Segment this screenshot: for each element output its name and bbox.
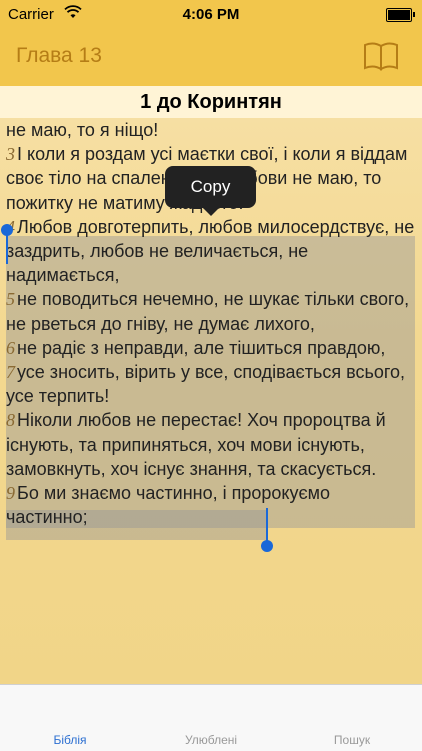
verse-8[interactable]: 8 Ніколи любов не перестає! Хоч пророцтва…: [6, 408, 416, 481]
verse-6[interactable]: 6 не радіє з неправди, але тішиться правд…: [6, 336, 416, 360]
verse-number: 9: [6, 483, 15, 504]
selection-end-caret: [266, 508, 268, 544]
verse-fragment: не маю, то я ніщо!: [6, 120, 159, 140]
book-icon[interactable]: [362, 40, 400, 72]
verse-4[interactable]: 4Любов довготерпить, любов милосердствує…: [6, 215, 416, 288]
tab-label: Улюблені: [184, 733, 238, 747]
chapter-title-button[interactable]: Глава 13: [16, 44, 102, 68]
verse-number: 5: [6, 289, 15, 310]
verse-5[interactable]: 5 не поводиться нечемно, не шукає тільки …: [6, 287, 416, 335]
book-title: 1 до Коринтян: [140, 91, 282, 113]
clock: 4:06 PM: [182, 6, 240, 23]
verse-7[interactable]: 7 усе зносить, вірить у все, сподівається…: [6, 360, 416, 408]
tab-favorites[interactable]: Улюблені: [141, 685, 281, 751]
tab-bar: Біблія Улюблені Пошук: [0, 684, 422, 751]
tab-bible[interactable]: Біблія: [0, 685, 140, 751]
verse-number: 6: [6, 337, 15, 358]
navigation-bar: Глава 13: [0, 30, 422, 86]
status-bar: Carrier 4:06 PM: [0, 0, 422, 30]
verse-number: 3: [6, 144, 15, 165]
tab-search[interactable]: Пошук: [282, 685, 422, 751]
copy-button[interactable]: Copy: [165, 166, 256, 216]
tab-label: Біблія: [53, 733, 87, 747]
selection-end-handle[interactable]: [261, 540, 273, 552]
verse-number: 8: [6, 410, 15, 431]
book-header: 1 до Коринтян: [0, 86, 422, 119]
battery-icon: [386, 8, 415, 22]
verse-number: 7: [6, 362, 15, 383]
selection-start-caret: [6, 230, 8, 264]
verse-9[interactable]: 9 Бо ми знаємо частинно, і пророкуємо час…: [6, 481, 416, 529]
tab-label: Пошук: [333, 733, 371, 747]
